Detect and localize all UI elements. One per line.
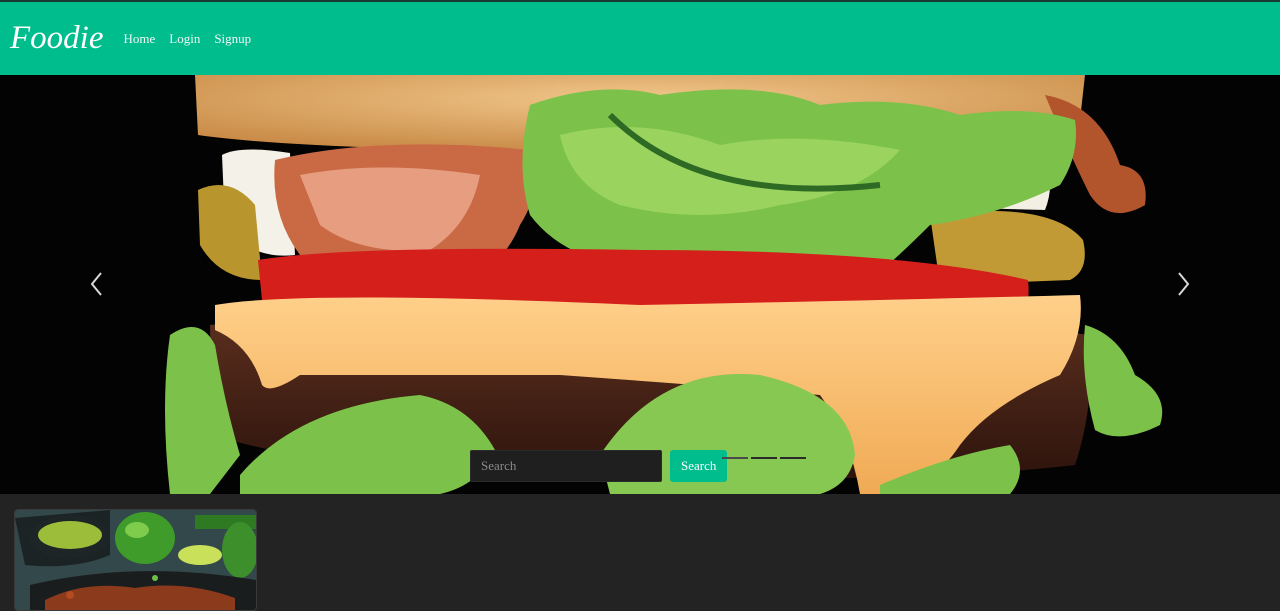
chevron-left-icon <box>90 272 102 296</box>
nav-link-signup[interactable]: Signup <box>214 31 251 47</box>
search-form: Search <box>470 450 728 482</box>
nav-link-login[interactable]: Login <box>169 31 200 47</box>
search-input[interactable] <box>470 450 662 482</box>
chevron-right-icon <box>1178 272 1190 296</box>
brand-logo[interactable]: Foodie <box>10 20 103 57</box>
search-button[interactable]: Search <box>670 450 728 482</box>
carousel-indicator-1[interactable] <box>722 457 748 459</box>
dish-card[interactable] <box>14 509 257 611</box>
carousel-next-button[interactable] <box>1168 269 1198 299</box>
carousel-indicator-3[interactable] <box>780 457 806 459</box>
carousel-prev-button[interactable] <box>82 269 112 299</box>
hero-carousel: Search <box>0 75 1280 494</box>
carousel-indicators <box>722 457 809 459</box>
dish-photo-peppers-curry <box>15 510 256 610</box>
nav-link-home[interactable]: Home <box>123 31 155 47</box>
burger-photo <box>0 75 1280 494</box>
navbar: Foodie Home Login Signup <box>0 2 1280 75</box>
carousel-indicator-2[interactable] <box>751 457 777 459</box>
dish-cards <box>14 509 257 611</box>
